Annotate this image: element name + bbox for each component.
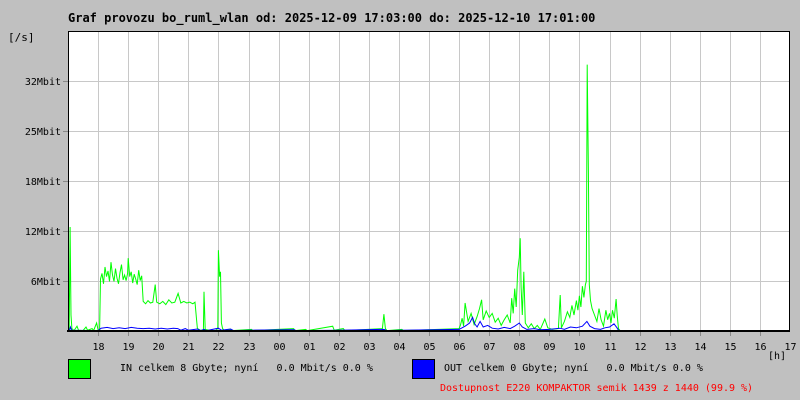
svg-text:14: 14 — [694, 342, 706, 353]
legend-out-label: OUT celkem 0 Gbyte; nyní 0.0 Mbit/s 0.0 … — [444, 363, 703, 374]
svg-text:13: 13 — [664, 342, 676, 353]
svg-text:23: 23 — [243, 342, 255, 353]
svg-text:21: 21 — [182, 342, 194, 353]
svg-text:05: 05 — [423, 342, 435, 353]
traffic-chart: 6Mbit 12Mbit 18Mbit 25Mbit 32Mbit 18 19 20 21 22 2… — [25, 31, 797, 353]
svg-text:32Mbit: 32Mbit — [25, 77, 61, 88]
legend-out-swatch — [412, 359, 435, 379]
svg-text:07: 07 — [483, 342, 495, 353]
svg-text:02: 02 — [333, 342, 345, 353]
svg-text:18: 18 — [92, 342, 104, 353]
svg-text:22: 22 — [212, 342, 224, 353]
svg-text:11: 11 — [604, 342, 616, 353]
svg-text:17: 17 — [784, 342, 796, 353]
svg-text:25Mbit: 25Mbit — [25, 127, 61, 138]
traffic-graph-page: Graf provozu bo_ruml_wlan od: 2025-12-09… — [0, 0, 800, 400]
svg-text:06: 06 — [453, 342, 465, 353]
availability-status-text: Dostupnost E220 KOMPAKTOR semik 1439 z 1… — [440, 383, 754, 394]
x-axis-unit-label: [h] — [768, 351, 787, 362]
svg-text:18Mbit: 18Mbit — [25, 177, 61, 188]
legend-in-swatch — [68, 359, 91, 379]
svg-text:09: 09 — [543, 342, 555, 353]
svg-text:04: 04 — [393, 342, 405, 353]
svg-text:20: 20 — [152, 342, 164, 353]
svg-text:19: 19 — [122, 342, 134, 353]
svg-text:00: 00 — [273, 342, 285, 353]
svg-text:16: 16 — [754, 342, 766, 353]
legend-in-label: IN celkem 8 Gbyte; nyní 0.0 Mbit/s 0.0 % — [120, 363, 373, 374]
svg-text:12Mbit: 12Mbit — [25, 227, 61, 238]
svg-text:6Mbit: 6Mbit — [31, 277, 61, 288]
svg-text:12: 12 — [634, 342, 646, 353]
svg-text:10: 10 — [573, 342, 585, 353]
svg-text:08: 08 — [513, 342, 525, 353]
svg-text:15: 15 — [724, 342, 736, 353]
svg-text:01: 01 — [303, 342, 315, 353]
svg-text:03: 03 — [363, 342, 375, 353]
